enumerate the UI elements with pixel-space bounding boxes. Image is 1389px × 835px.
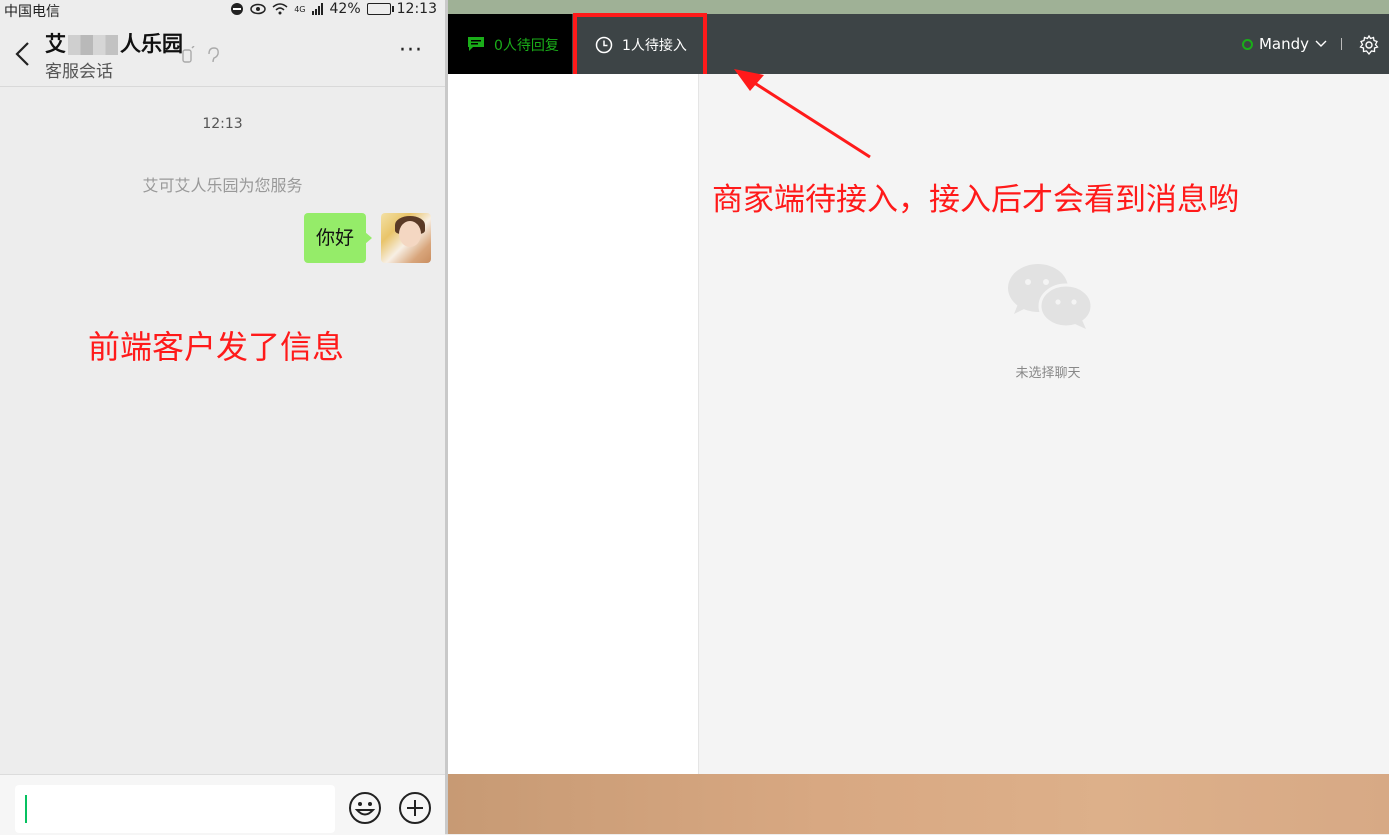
chat-subtitle: 客服会话 [45, 62, 113, 82]
message-input[interactable] [15, 785, 335, 833]
clock: 12:13 [396, 1, 437, 17]
dnd-icon [231, 3, 244, 15]
signal-icon [311, 3, 323, 15]
chevron-down-icon [1315, 40, 1327, 47]
system-message: 艾可艾人乐园为您服务 [142, 176, 303, 195]
tab-pending-reply-label: 0人待回复 [494, 38, 559, 54]
chat-header: 艾 人乐园 客服会话 ··· [0, 20, 445, 87]
input-bar [0, 774, 445, 835]
earpiece-icon [182, 46, 195, 63]
chat-title: 艾 人乐园 [45, 28, 183, 58]
back-icon[interactable] [12, 40, 34, 68]
plus-icon[interactable] [398, 791, 432, 825]
eye-icon [250, 3, 266, 15]
signal-label: 4G [294, 4, 306, 14]
header-separator [1341, 38, 1342, 50]
chat-title-suffix: 人乐园 [120, 32, 183, 56]
message-timestamp: 12:13 [202, 116, 243, 132]
status-bar: 中国电信 4G 42% 12:13 [0, 0, 445, 20]
avatar[interactable] [381, 213, 431, 263]
redaction-mosaic [68, 35, 118, 55]
user-name: Mandy [1258, 35, 1309, 53]
more-options-button[interactable]: ··· [399, 38, 423, 63]
online-status-icon [1241, 38, 1253, 50]
text-caret [25, 795, 27, 823]
wifi-icon [272, 3, 288, 15]
tab-pending-reply[interactable]: 0人待回复 [448, 14, 572, 74]
web-body: 未选择聊天 商家端待接入，接入后才会看到消息哟 [448, 74, 1389, 774]
battery-percent: 42% [329, 1, 361, 17]
annotation-right: 商家端待接入，接入后才会看到消息哟 [712, 182, 1239, 218]
top-strip [448, 0, 1389, 14]
wechat-logo-icon [1008, 264, 1094, 329]
chat-title-prefix: 艾 [45, 32, 66, 56]
carrier-label: 中国电信 [4, 4, 60, 20]
chat-bubble-icon [468, 37, 484, 51]
footer [448, 774, 1389, 834]
emoji-icon[interactable] [348, 791, 382, 825]
user-message-bubble[interactable]: 你好 [303, 213, 373, 263]
gear-icon[interactable] [1359, 35, 1379, 55]
session-list[interactable] [448, 74, 699, 774]
user-menu[interactable]: Mandy [1241, 35, 1327, 53]
web-console-panel: 0人待回复 1人待接入 Mandy 未选择聊天 商家端待接入，接入后才会看到消息… [448, 0, 1389, 834]
avatar-face [399, 221, 421, 247]
annotation-left: 前端客户发了信息 [88, 328, 345, 366]
empty-state-label: 未选择聊天 [1015, 366, 1081, 381]
mobile-chat-panel: 中国电信 4G 42% 12:13 艾 人乐园 客服会话 ··· 12:13 艾可… [0, 0, 445, 835]
ear-icon [208, 47, 219, 63]
battery-icon [366, 3, 394, 15]
arrow-icon [734, 69, 871, 159]
